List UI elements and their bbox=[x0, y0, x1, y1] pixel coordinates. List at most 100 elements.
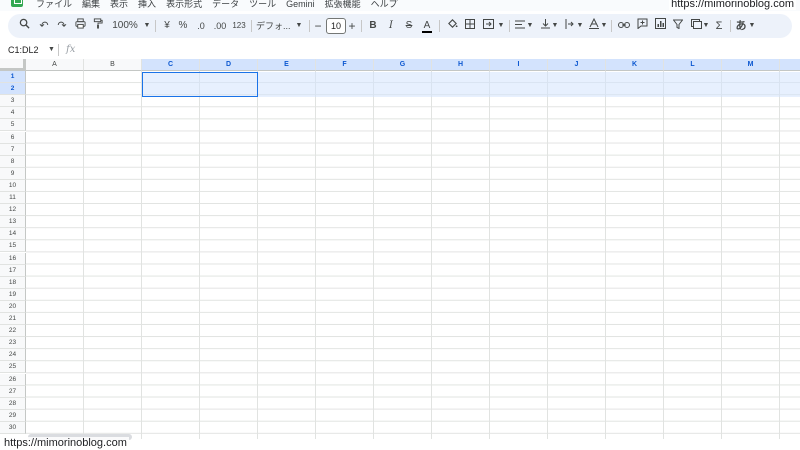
select-all-corner[interactable] bbox=[0, 59, 26, 71]
column-header-c[interactable]: C bbox=[142, 59, 200, 71]
chevron-down-icon[interactable]: ▼ bbox=[551, 14, 559, 38]
insert-chart-icon[interactable] bbox=[652, 14, 668, 38]
menu-view[interactable]: 表示 bbox=[110, 0, 128, 10]
row-header-16[interactable]: 16 bbox=[0, 252, 26, 265]
number-format-button[interactable]: 123 bbox=[230, 14, 248, 38]
row-header-29[interactable]: 29 bbox=[0, 409, 26, 422]
percent-format-button[interactable]: % bbox=[176, 14, 190, 38]
zoom-select[interactable]: 100% bbox=[108, 14, 142, 38]
row-header-14[interactable]: 14 bbox=[0, 228, 26, 241]
row-header-1[interactable]: 1 bbox=[0, 71, 26, 84]
font-select[interactable]: デフォ... bbox=[256, 14, 296, 38]
font-size-input[interactable]: 10 bbox=[326, 18, 346, 34]
menu-data[interactable]: データ bbox=[212, 0, 239, 10]
row-header-18[interactable]: 18 bbox=[0, 276, 26, 289]
row-header-3[interactable]: 3 bbox=[0, 95, 26, 108]
print-icon[interactable] bbox=[72, 14, 88, 38]
sheets-logo-icon[interactable] bbox=[11, 0, 23, 7]
text-color-swatch bbox=[422, 31, 432, 33]
chevron-down-icon[interactable]: ▼ bbox=[600, 14, 608, 38]
row-header-4[interactable]: 4 bbox=[0, 107, 26, 120]
column-header-f[interactable]: F bbox=[316, 59, 374, 71]
row-header-23[interactable]: 23 bbox=[0, 337, 26, 350]
chevron-down-icon[interactable]: ▼ bbox=[496, 14, 506, 38]
menu-edit[interactable]: 編集 bbox=[82, 0, 100, 10]
row-header-28[interactable]: 28 bbox=[0, 397, 26, 410]
row-header-22[interactable]: 22 bbox=[0, 325, 26, 338]
column-header-l[interactable]: L bbox=[664, 59, 722, 71]
chevron-down-icon[interactable]: ▼ bbox=[294, 14, 304, 38]
strikethrough-button[interactable]: S bbox=[402, 14, 416, 38]
row-header-27[interactable]: 27 bbox=[0, 385, 26, 398]
merge-cells-icon[interactable] bbox=[480, 14, 496, 38]
increase-decimal-button[interactable]: .00 bbox=[212, 14, 228, 38]
row-header-11[interactable]: 11 bbox=[0, 192, 26, 205]
row-header-21[interactable]: 21 bbox=[0, 313, 26, 326]
decrease-font-size-button[interactable]: − bbox=[312, 14, 324, 38]
row-header-8[interactable]: 8 bbox=[0, 155, 26, 168]
toolbar-divider bbox=[439, 20, 440, 32]
menu-file[interactable]: ファイル bbox=[36, 0, 72, 10]
decrease-decimal-button[interactable]: .0 bbox=[194, 14, 208, 38]
menu-gemini[interactable]: Gemini bbox=[286, 0, 315, 10]
row-header-12[interactable]: 12 bbox=[0, 204, 26, 217]
row-header-26[interactable]: 26 bbox=[0, 373, 26, 386]
input-tools-button[interactable]: あ bbox=[734, 14, 748, 38]
name-box[interactable]: C1:DL2 bbox=[8, 41, 39, 59]
row-header-30[interactable]: 30 bbox=[0, 421, 26, 434]
functions-button[interactable]: Σ bbox=[712, 14, 726, 38]
menu-items: ファイル 編集 表示 挿入 表示形式 データ ツール Gemini 拡張機能 ヘ… bbox=[36, 0, 398, 10]
menu-extensions[interactable]: 拡張機能 bbox=[325, 0, 361, 10]
row-header-7[interactable]: 7 bbox=[0, 143, 26, 156]
column-header-d[interactable]: D bbox=[200, 59, 258, 71]
text-color-button[interactable]: A bbox=[420, 14, 434, 38]
row-header-10[interactable]: 10 bbox=[0, 179, 26, 192]
row-header-17[interactable]: 17 bbox=[0, 264, 26, 277]
increase-font-size-button[interactable]: + bbox=[346, 14, 358, 38]
row-header-9[interactable]: 9 bbox=[0, 167, 26, 180]
column-header-m[interactable]: M bbox=[722, 59, 780, 71]
paint-format-icon[interactable] bbox=[90, 14, 106, 38]
column-header-i[interactable]: I bbox=[490, 59, 548, 71]
borders-icon[interactable] bbox=[462, 14, 478, 38]
menu-format[interactable]: 表示形式 bbox=[166, 0, 202, 10]
row-header-25[interactable]: 25 bbox=[0, 361, 26, 374]
column-header-overflow[interactable] bbox=[780, 59, 800, 71]
column-header-h[interactable]: H bbox=[432, 59, 490, 71]
menu-help[interactable]: ヘルプ bbox=[371, 0, 398, 10]
currency-format-button[interactable]: ¥ bbox=[160, 14, 174, 38]
row-header-2[interactable]: 2 bbox=[0, 83, 26, 96]
column-header-k[interactable]: K bbox=[606, 59, 664, 71]
bold-button[interactable]: B bbox=[366, 14, 380, 38]
spreadsheet-grid[interactable]: ABCDEFGHIJKLM 1 2 3 4 5 6 7 8 9 10 11 12 13 14 15 16 17 1… bbox=[0, 59, 800, 439]
row-header-6[interactable]: 6 bbox=[0, 131, 26, 144]
column-header-a[interactable]: A bbox=[26, 59, 84, 71]
menu-tools[interactable]: ツール bbox=[249, 0, 276, 10]
chevron-down-icon[interactable]: ▼ bbox=[748, 14, 756, 38]
chevron-down-icon[interactable]: ▼ bbox=[576, 14, 584, 38]
row-header-15[interactable]: 15 bbox=[0, 240, 26, 253]
column-header-j[interactable]: J bbox=[548, 59, 606, 71]
chevron-down-icon[interactable]: ▼ bbox=[48, 41, 55, 59]
column-header-b[interactable]: B bbox=[84, 59, 142, 71]
search-icon[interactable] bbox=[16, 14, 32, 38]
row-header-19[interactable]: 19 bbox=[0, 288, 26, 301]
row-header-5[interactable]: 5 bbox=[0, 119, 26, 132]
menu-insert[interactable]: 挿入 bbox=[138, 0, 156, 10]
redo-icon[interactable]: ↷ bbox=[54, 14, 70, 38]
filter-icon[interactable] bbox=[670, 14, 686, 38]
insert-comment-icon[interactable] bbox=[634, 14, 650, 38]
italic-button[interactable]: I bbox=[384, 14, 398, 38]
row-header-24[interactable]: 24 bbox=[0, 349, 26, 362]
chevron-down-icon[interactable]: ▼ bbox=[702, 14, 710, 38]
insert-link-icon[interactable] bbox=[616, 14, 632, 38]
chevron-down-icon[interactable]: ▼ bbox=[526, 14, 534, 38]
column-header-e[interactable]: E bbox=[258, 59, 316, 71]
chevron-down-icon[interactable]: ▼ bbox=[142, 14, 152, 38]
undo-icon[interactable]: ↶ bbox=[36, 14, 52, 38]
fill-color-icon[interactable] bbox=[444, 14, 460, 38]
row-header-13[interactable]: 13 bbox=[0, 216, 26, 229]
cell-area[interactable] bbox=[26, 71, 800, 439]
row-header-20[interactable]: 20 bbox=[0, 300, 26, 313]
column-header-g[interactable]: G bbox=[374, 59, 432, 71]
